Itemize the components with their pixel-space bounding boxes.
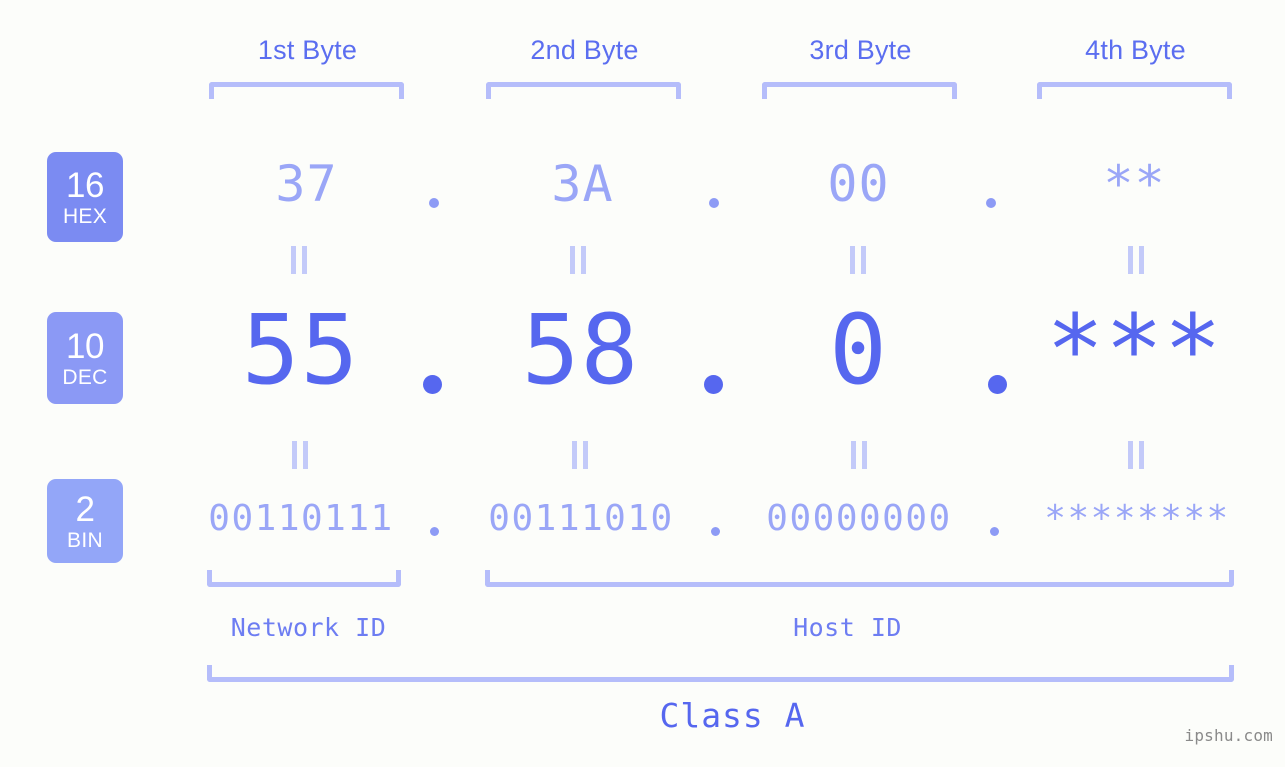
base-badge-bin-number: 2: [75, 489, 95, 529]
host-id-label: Host ID: [793, 613, 902, 642]
ip-address-breakdown-diagram: 1st Byte 2nd Byte 3rd Byte 4th Byte 16 H…: [0, 0, 1285, 767]
base-badge-bin: 2 BIN: [47, 479, 123, 563]
hex-value-byte-3: 00: [827, 155, 890, 213]
dec-value-byte-2: 58: [521, 294, 640, 406]
byte-bracket-1: [209, 82, 404, 99]
dec-value-byte-1: 55: [241, 294, 360, 406]
hex-separator-dot-3: [986, 198, 996, 208]
dec-separator-dot-1: [423, 375, 442, 394]
hex-value-byte-2: 3A: [551, 155, 614, 213]
bin-separator-dot-2: [711, 527, 720, 536]
equality-mark-dec-bin-4: [1126, 441, 1146, 469]
class-bracket: [207, 665, 1234, 682]
byte-header-label-1: 1st Byte: [257, 35, 358, 65]
byte-header-label-3: 3rd Byte: [809, 35, 912, 65]
base-badge-dec-number: 10: [66, 326, 104, 366]
equality-mark-hex-dec-2: [568, 246, 588, 274]
dec-value-byte-3: 0: [829, 294, 888, 406]
byte-header-label-4: 4th Byte: [1085, 35, 1186, 65]
site-watermark: ipshu.com: [1184, 726, 1273, 745]
equality-mark-hex-dec-1: [289, 246, 309, 274]
base-badge-hex: 16 HEX: [47, 152, 123, 242]
base-badge-dec-abbr: DEC: [62, 365, 108, 389]
byte-bracket-3: [762, 82, 957, 99]
network-id-label: Network ID: [230, 613, 387, 642]
equality-mark-dec-bin-3: [849, 441, 869, 469]
dec-value-byte-4: ***: [1046, 294, 1223, 406]
bin-separator-dot-1: [430, 527, 439, 536]
dec-separator-dot-3: [988, 375, 1007, 394]
class-label: Class A: [659, 696, 806, 735]
base-badge-hex-number: 16: [66, 165, 104, 205]
equality-mark-hex-dec-3: [848, 246, 868, 274]
bin-separator-dot-3: [990, 527, 999, 536]
equality-mark-dec-bin-2: [570, 441, 590, 469]
network-id-bracket: [207, 570, 401, 587]
hex-separator-dot-1: [429, 198, 439, 208]
hex-value-byte-1: 37: [275, 155, 338, 213]
bin-value-byte-3: 00000000: [766, 498, 952, 539]
equality-mark-hex-dec-4: [1126, 246, 1146, 274]
base-badge-dec: 10 DEC: [47, 312, 123, 404]
base-badge-hex-abbr: HEX: [62, 204, 108, 228]
equality-mark-dec-bin-1: [290, 441, 310, 469]
dec-separator-dot-2: [704, 375, 723, 394]
byte-bracket-4: [1037, 82, 1232, 99]
bin-value-byte-4: ********: [1044, 498, 1230, 539]
hex-value-byte-4: **: [1103, 155, 1166, 213]
bin-value-byte-1: 00110111: [208, 498, 394, 539]
byte-bracket-2: [486, 82, 681, 99]
host-id-bracket: [485, 570, 1234, 587]
hex-separator-dot-2: [709, 198, 719, 208]
base-badge-bin-abbr: BIN: [67, 528, 103, 552]
byte-header-label-2: 2nd Byte: [530, 35, 639, 65]
bin-value-byte-2: 00111010: [488, 498, 674, 539]
